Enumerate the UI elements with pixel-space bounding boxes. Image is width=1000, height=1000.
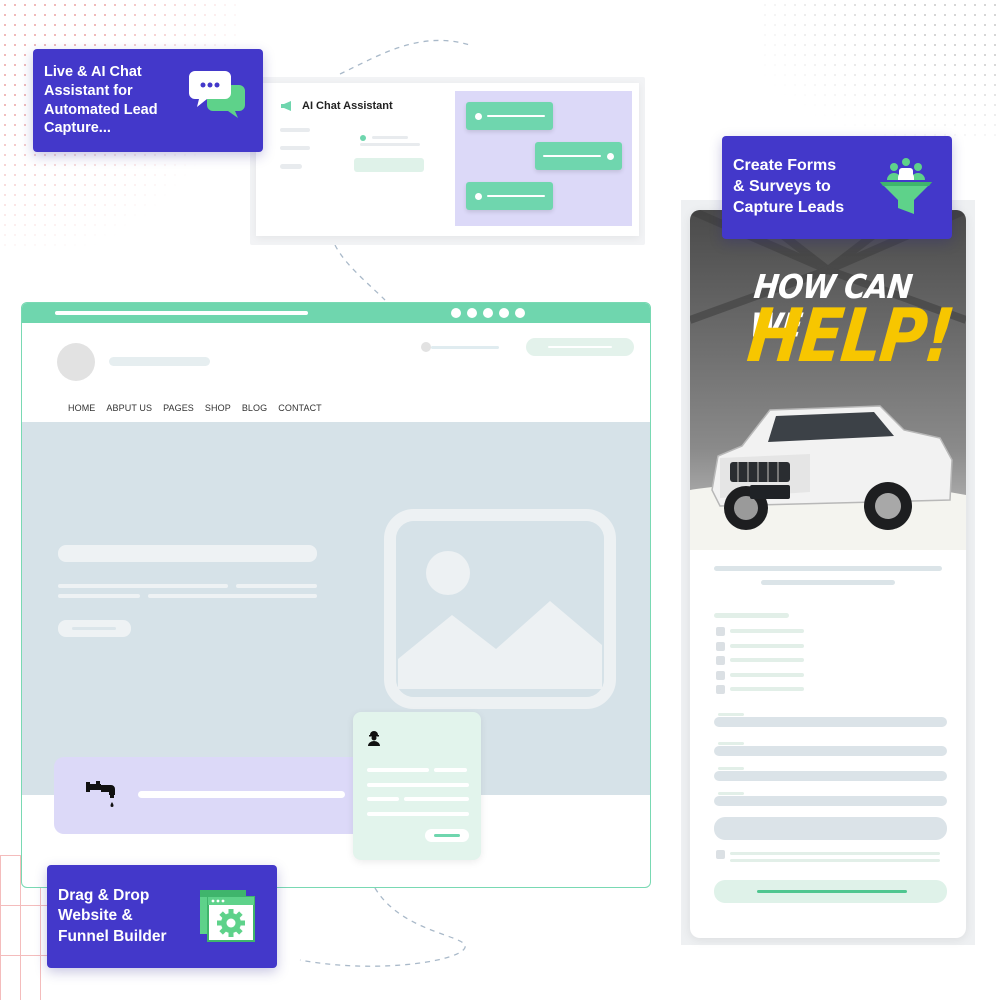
- input-label: [718, 742, 744, 745]
- hero-section: [22, 422, 650, 795]
- form-label-line: [714, 613, 789, 618]
- browser-title-bar: [22, 303, 650, 323]
- nav-blog[interactable]: BLOG: [242, 403, 267, 413]
- window-dot: [467, 308, 477, 318]
- window-dot: [515, 308, 525, 318]
- card-text-line: [367, 812, 469, 816]
- consent-checkbox[interactable]: [716, 850, 725, 859]
- nav-about[interactable]: ABPUT US: [106, 403, 152, 413]
- chat-bubble-outgoing: [535, 142, 622, 170]
- logo-placeholder: [57, 343, 95, 381]
- checkbox[interactable]: [716, 627, 725, 636]
- checkbox[interactable]: [716, 685, 725, 694]
- garage-background: [690, 210, 966, 550]
- badge-line: Capture...: [44, 120, 111, 137]
- form-textarea[interactable]: [714, 817, 947, 840]
- checkbox-label: [730, 687, 804, 691]
- hero-text-line: [148, 594, 317, 598]
- form-text-line: [761, 580, 895, 585]
- consent-text: [730, 852, 940, 855]
- consent-text: [730, 859, 940, 862]
- badge-forms-surveys: Create Forms & Surveys to Capture Leads: [722, 136, 952, 239]
- dotted-pattern-top-right: [760, 0, 1000, 140]
- placeholder-line: [372, 136, 408, 139]
- checkbox-label: [730, 629, 804, 633]
- hero-button-placeholder[interactable]: [58, 620, 131, 637]
- placeholder-line: [280, 128, 310, 132]
- site-name-placeholder: [109, 357, 210, 366]
- chat-card-title: AI Chat Assistant: [302, 100, 393, 112]
- megaphone-icon: [281, 101, 291, 111]
- search-dot: [421, 342, 431, 352]
- user-icon: [368, 731, 380, 746]
- address-bar: [55, 311, 308, 315]
- form-headline-2: HELP!: [743, 294, 957, 380]
- funnel-people-icon: [880, 158, 932, 214]
- hero-text-line: [58, 584, 228, 588]
- checkbox[interactable]: [716, 642, 725, 651]
- badge-line: Create Forms: [733, 157, 837, 175]
- input-label: [718, 767, 744, 770]
- nav-contact[interactable]: CONTACT: [278, 403, 322, 413]
- search-line: [431, 346, 499, 349]
- badge-line: Automated Lead: [44, 101, 158, 118]
- card-text-line: [367, 768, 429, 772]
- placeholder-line: [280, 164, 302, 169]
- badge-line: Website &: [58, 907, 133, 925]
- form-text-line: [714, 566, 942, 571]
- hero-heading-placeholder: [58, 545, 317, 562]
- badge-line: Live & AI Chat: [44, 63, 142, 80]
- chat-bubble-incoming: [466, 102, 553, 130]
- window-dot: [499, 308, 509, 318]
- form-input[interactable]: [714, 746, 947, 756]
- form-input[interactable]: [714, 796, 947, 806]
- image-placeholder-icon: [384, 509, 616, 709]
- chat-bubble-incoming: [466, 182, 553, 210]
- chat-bubbles-icon: [189, 71, 245, 118]
- hero-text-line: [236, 584, 317, 588]
- form-page-mock: HOW CAN WE HELP!: [690, 210, 966, 938]
- white-suv-image: HOW CAN WE HELP!: [690, 210, 966, 550]
- status-dot: [360, 135, 366, 141]
- nav-home[interactable]: HOME: [68, 403, 95, 413]
- feature-strip: [54, 757, 374, 834]
- site-nav: HOME ABPUT US PAGES SHOP BLOG CONTACT: [68, 403, 322, 413]
- strip-text-line: [138, 791, 345, 798]
- window-dot: [483, 308, 493, 318]
- badge-line: Capture Leads: [733, 198, 845, 216]
- checkbox-label: [730, 658, 804, 662]
- badge-line: Funnel Builder: [58, 927, 167, 945]
- input-label: [718, 713, 744, 716]
- checkbox-label: [730, 644, 804, 648]
- badge-line: Drag & Drop: [58, 887, 150, 905]
- form-input[interactable]: [714, 717, 947, 727]
- card-text-line: [404, 797, 469, 801]
- form-input[interactable]: [714, 771, 947, 781]
- browser-gear-icon: [200, 890, 255, 942]
- form-submit-button[interactable]: [714, 880, 947, 903]
- nav-shop[interactable]: SHOP: [205, 403, 231, 413]
- card-button[interactable]: [425, 829, 469, 842]
- checkbox[interactable]: [716, 671, 725, 680]
- card-text-line: [367, 783, 469, 787]
- card-text-line: [434, 768, 467, 772]
- badge-website-builder: Drag & Drop Website & Funnel Builder: [47, 865, 277, 968]
- nav-pages[interactable]: PAGES: [163, 403, 194, 413]
- placeholder-line: [280, 146, 310, 150]
- hero-text-line: [58, 594, 140, 598]
- placeholder-line: [360, 143, 420, 146]
- faucet-icon: [86, 781, 115, 807]
- window-dot: [451, 308, 461, 318]
- badge-line: & Surveys to: [733, 178, 831, 196]
- header-button-placeholder[interactable]: [526, 338, 634, 356]
- checkbox[interactable]: [716, 656, 725, 665]
- placeholder-input: [354, 158, 424, 172]
- input-label: [718, 792, 744, 795]
- contact-card: [353, 712, 481, 860]
- badge-chat-assistant: Live & AI Chat Assistant for Automated L…: [33, 49, 263, 152]
- card-text-line: [367, 797, 399, 801]
- badge-line: Assistant for: [44, 82, 133, 99]
- checkbox-label: [730, 673, 804, 677]
